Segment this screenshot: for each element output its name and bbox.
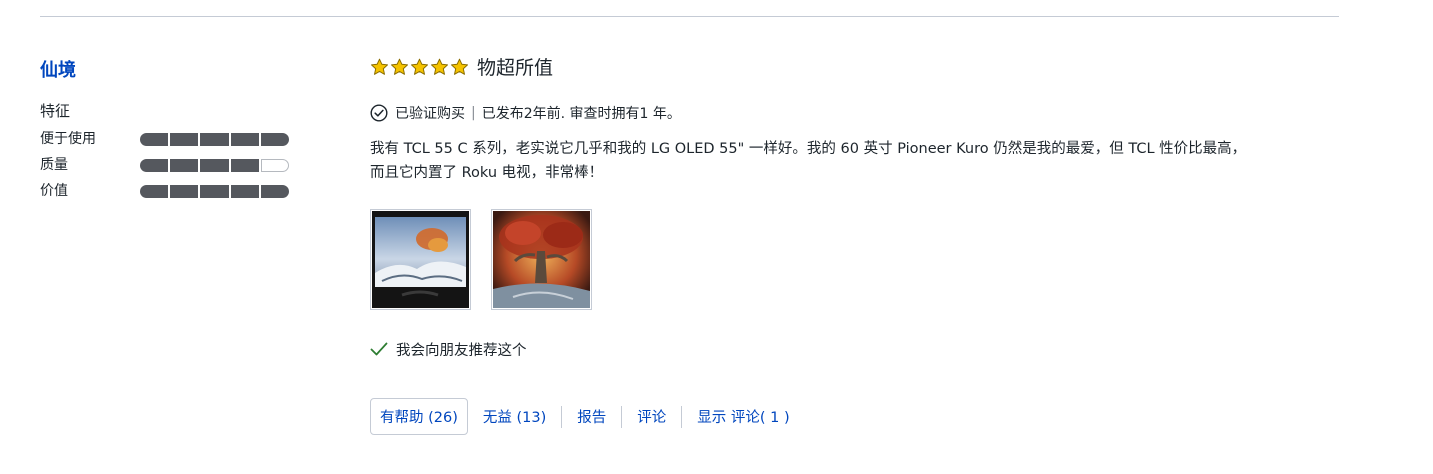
star-icon (431, 58, 448, 75)
rating-segment (170, 159, 199, 172)
rating-segment (200, 133, 229, 146)
rating-segment (230, 185, 259, 198)
comment-link[interactable]: 评论 (621, 405, 681, 428)
report-link[interactable]: 报告 (561, 405, 621, 428)
star-icon (411, 58, 428, 75)
tree-scene-photo-icon (493, 211, 590, 308)
tv-screen-photo-icon (372, 211, 469, 308)
review-title: 物超所值 (477, 57, 554, 79)
top-divider (40, 16, 1339, 17)
feature-label: 质量 (40, 157, 68, 173)
verified-purchase-label: 已验证购买 (395, 106, 465, 122)
feature-rating-bar (140, 185, 290, 198)
star-icon (391, 58, 408, 75)
star-icon (371, 58, 388, 75)
features-heading: 特征 (40, 102, 71, 120)
feature-row-ease-of-use: 便于使用 (40, 129, 300, 149)
rating-segment (140, 159, 169, 172)
verified-row: 已验证购买 | 已发布2年前. 审查时拥有1 年。 (370, 102, 681, 124)
feature-row-quality: 质量 (40, 155, 300, 175)
rating-segment (260, 133, 290, 146)
recommend-text: 我会向朋友推荐这个 (396, 342, 527, 359)
show-comments-link[interactable]: 显示 评论( 1 ) (681, 405, 804, 428)
feature-rating-bar (140, 159, 290, 172)
review-photo-thumbnail[interactable] (491, 209, 592, 310)
star-rating (370, 58, 469, 77)
rating-segment (230, 159, 259, 172)
review-actions: 有帮助 (26) 无益 (13) 报告 评论 显示 评论( 1 ) (370, 398, 805, 435)
review-body: 我有 TCL 55 C 系列，老实说它几乎和我的 LG OLED 55" 一样好… (370, 137, 1330, 185)
separator: | (471, 105, 476, 121)
rating-segment (230, 133, 259, 146)
feature-label: 价值 (40, 183, 68, 199)
helpful-button[interactable]: 有帮助 (26) (370, 398, 468, 435)
feature-rating-bar (140, 133, 290, 146)
review-body-line: 而且它内置了 Roku 电视，非常棒！ (370, 165, 604, 181)
rating-segment (200, 159, 229, 172)
rating-segment (170, 185, 199, 198)
review-body-line: 我有 TCL 55 C 系列，老实说它几乎和我的 LG OLED 55" 一样好… (370, 141, 1247, 157)
star-icon (451, 58, 468, 75)
feature-label: 便于使用 (40, 131, 96, 147)
rating-segment (260, 185, 290, 198)
reviewer-name: 仙境 (40, 60, 76, 81)
checkmark-icon (370, 342, 388, 356)
rating-segment (140, 185, 169, 198)
review-photo-thumbnail[interactable] (370, 209, 471, 310)
rating-segment (140, 133, 169, 146)
rating-segment (200, 185, 229, 198)
feature-row-value: 价值 (40, 181, 300, 201)
verified-check-circle-icon (370, 104, 388, 122)
rating-segment (260, 159, 290, 172)
rating-segment (170, 133, 199, 146)
unhelpful-button[interactable]: 无益 (13) (468, 406, 561, 428)
posted-info: 已发布2年前. 审查时拥有1 年。 (481, 106, 681, 122)
recommend-row: 我会向朋友推荐这个 (370, 338, 527, 360)
